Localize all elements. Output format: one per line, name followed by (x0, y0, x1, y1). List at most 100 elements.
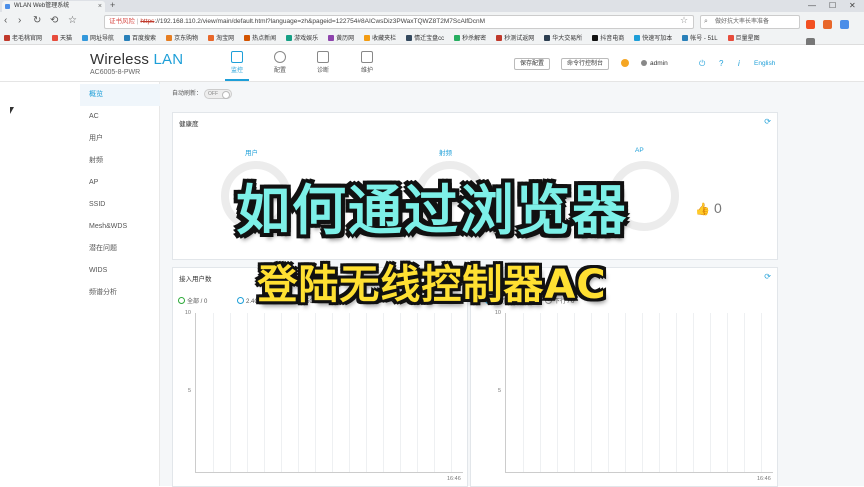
user-icon[interactable] (840, 20, 849, 29)
maximize-icon[interactable]: ☐ (829, 0, 836, 11)
username: admin (650, 60, 668, 67)
bookmark-item[interactable]: 游戏娱乐 (286, 33, 318, 45)
reload-icon[interactable]: ↻ (33, 15, 41, 27)
bookmark-item[interactable]: 情迁宝盘cc (406, 33, 444, 45)
bookmark-item[interactable]: 热点新闻 (244, 33, 276, 45)
grid-line (744, 313, 745, 472)
favorite-icon[interactable]: ☆ (680, 15, 688, 26)
new-tab-button[interactable]: + (110, 0, 115, 11)
minimize-icon[interactable]: — (808, 0, 816, 11)
bookmark-item[interactable]: 抖音电商 (592, 33, 624, 45)
bookmark-item[interactable]: 巨量星图 (727, 33, 760, 45)
security-warning[interactable]: 证书风险 (109, 18, 135, 25)
bookmark-label: 快速写加本 (642, 36, 673, 42)
sidebar-item[interactable]: 用户 (80, 128, 160, 150)
sidebar-item[interactable]: 概览 (80, 84, 160, 106)
sidebar-item[interactable]: 潜在问题 (80, 238, 160, 260)
cli-console-button[interactable]: 命令行控制台 (561, 58, 610, 70)
sidebar-item[interactable]: AP (80, 172, 160, 194)
legend-down-text: 下行 / 0 (554, 299, 575, 305)
back-icon[interactable]: ‹ (4, 15, 7, 27)
users-panel-right: ⟳ 上行 / 0 下行 / 0 10 5 16:46 (470, 267, 778, 487)
bookmark-item[interactable]: 京东购物 (166, 33, 198, 45)
tab-monitor[interactable]: 监控 (222, 51, 252, 81)
grid-line (298, 313, 299, 472)
legend-down[interactable]: 下行 / 0 (545, 297, 574, 307)
windows-icon[interactable] (806, 20, 815, 29)
bookmark-item[interactable]: 收藏夹栏 (364, 33, 396, 45)
bookmark-icon (727, 35, 734, 41)
bookmark-item[interactable]: 秒测试返网 (496, 33, 534, 45)
bookmark-label: 华大交易所 (552, 36, 583, 42)
bookmark-item[interactable]: 黄历网 (328, 33, 354, 45)
legend-5g[interactable]: 5G / 0 (297, 297, 322, 307)
bookmark-icon (208, 35, 215, 41)
tab-config[interactable]: 配置 (265, 51, 295, 74)
bookmark-item[interactable]: 老毛桃官网 (4, 33, 42, 45)
grid-line (693, 313, 694, 472)
bookmark-item[interactable]: 快速写加本 (634, 33, 672, 45)
sidebar-item[interactable]: 频谱分析 (80, 282, 160, 304)
bookmark-label: 游戏娱乐 (294, 36, 319, 42)
bookmark-icon (496, 35, 503, 41)
legend-up[interactable]: 上行 / 0 (485, 297, 514, 307)
favicon-icon (5, 4, 10, 9)
sidebar-item[interactable]: 射频 (80, 150, 160, 172)
home-icon[interactable]: ⟲ (50, 15, 58, 27)
sidebar-item[interactable]: WIDS (80, 260, 160, 282)
grid-line (625, 313, 626, 472)
bookmark-item[interactable]: 华大交易所 (544, 33, 582, 45)
x-tick-time: 16:46 (447, 476, 461, 482)
forward-icon[interactable]: › (18, 15, 21, 27)
refresh-icon-right[interactable]: ⟳ (764, 272, 771, 281)
main-content: 自动刷新： OFF 健康度 ⟳ 用户 射频 AP 👍 0 接入用户数 全部 / … (160, 82, 864, 487)
bookmark-item[interactable]: 网址导航 (82, 33, 114, 45)
search-text: 做好抗大率长率准备 (715, 19, 770, 25)
tab-maintain[interactable]: 维护 (352, 51, 382, 74)
close-window-icon[interactable]: ✕ (849, 0, 856, 11)
bookmark-icon (682, 35, 689, 41)
y-tick-5: 5 (187, 388, 191, 394)
bookmark-bar: 老毛桃官网 天猫 网址导航 百度搜索 京东购物 淘宝网 热点新闻 游戏娱乐 黄历网 收藏夹栏 情迁宝… (0, 33, 864, 45)
bookmark-label: 热点新闻 (252, 36, 277, 42)
user-menu[interactable]: admin (641, 58, 668, 70)
tab-diagnose-label: 诊断 (316, 68, 329, 74)
legend-up-text: 上行 / 0 (494, 299, 515, 305)
sidebar-item[interactable]: SSID (80, 194, 160, 216)
close-tab-icon[interactable]: × (98, 1, 102, 12)
info-icon[interactable]: i (738, 58, 740, 70)
bookmark-item[interactable]: 帐号 - 51L (682, 33, 718, 45)
save-config-button[interactable]: 保存配置 (514, 58, 551, 70)
logout-icon[interactable]: ⏻ (699, 58, 705, 70)
bookmark-icon (166, 35, 173, 41)
help-icon[interactable]: ? (719, 58, 723, 70)
bookmark-item[interactable]: 淘宝网 (208, 33, 234, 45)
brand-accent: LAN (153, 51, 184, 68)
bookmark-item[interactable]: 秒杀解密 (454, 33, 486, 45)
health-gauge-ap (609, 161, 679, 231)
legend-2g[interactable]: 2.4G / 0 (237, 297, 267, 307)
bookmark-label: 天猫 (60, 36, 73, 42)
alarm-icon[interactable] (621, 59, 629, 67)
tab-diagnose[interactable]: 诊断 (308, 51, 338, 74)
bookmark-item[interactable]: 天猫 (52, 33, 72, 45)
address-bar[interactable]: 证书风险 | https://192.168.110.2/view/main/d… (104, 15, 694, 29)
sidebar-item[interactable]: Mesh&WDS (80, 216, 160, 238)
search-input[interactable]: ⌕ 做好抗大率长率准备 (700, 15, 800, 29)
bookmark-icon (244, 35, 251, 41)
legend-up-icon (485, 297, 492, 304)
bookmark-star-icon[interactable]: ☆ (68, 15, 77, 27)
grid-line (349, 313, 350, 472)
grid-line (727, 313, 728, 472)
bookmark-icon (634, 35, 641, 41)
sidebar-item[interactable]: AC (80, 106, 160, 128)
browser-tab[interactable]: WLAN Web管理系统 × (2, 1, 105, 12)
bookmark-item[interactable]: 百度搜索 (124, 33, 156, 45)
language-switch[interactable]: English (754, 58, 775, 70)
users-panel-left: 接入用户数 全部 / 0 2.4G / 0 5G / 0 10 5 16:46 (172, 267, 468, 487)
bookmark-icon (406, 35, 413, 41)
refresh-icon[interactable]: ⟳ (764, 117, 771, 126)
auto-refresh-toggle[interactable]: OFF (204, 89, 232, 99)
legend-all[interactable]: 全部 / 0 (178, 297, 207, 307)
extension-icon[interactable] (823, 20, 832, 29)
